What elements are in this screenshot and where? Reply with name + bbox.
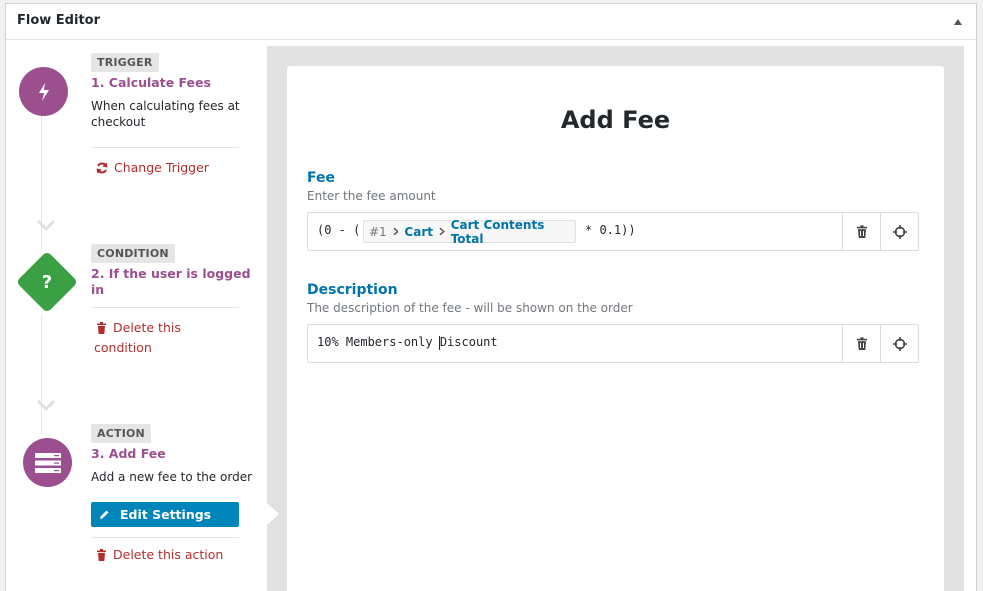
divider [91,307,239,308]
clear-fee-button[interactable] [842,213,880,250]
delete-condition-label-line1: Delete this [113,320,181,335]
description-value: 10% Members-only Discount [317,335,498,349]
fee-value-prefix: (0 - ( [317,223,361,237]
token-part-cart: Cart [404,224,433,239]
trash-icon [97,322,106,334]
trash-icon [856,337,867,350]
panel-header: Flow Editor [6,4,976,40]
fee-label: Fee [307,170,335,186]
change-trigger-link[interactable]: Change Trigger [96,158,209,178]
chevron-down-icon [36,219,56,231]
fee-variable-picker-button[interactable] [880,213,918,250]
trash-icon [856,225,867,238]
crosshair-icon [892,224,907,239]
lightning-icon [38,82,49,101]
description-variable-picker-button[interactable] [880,325,918,362]
token-number: #1 [369,224,387,239]
chevron-right-icon [439,227,445,236]
condition-title-line2: in [91,282,105,297]
clear-description-button[interactable] [842,325,880,362]
token-part-total: Cart Contents Total [450,217,545,246]
trigger-title: 1. Calculate Fees [91,75,211,90]
pencil-icon [100,510,109,519]
description-help: The description of the fee - will be sho… [307,301,633,315]
trigger-description-line2: checkout [91,115,146,129]
change-trigger-label: Change Trigger [114,160,209,175]
trash-icon [97,549,106,561]
panel-title: Flow Editor [17,13,101,28]
question-icon: ? [41,271,53,293]
divider [91,147,239,148]
merge-tag-token[interactable]: #1 Cart Cart Contents Total [363,217,576,246]
edit-settings-label: Edit Settings [120,507,212,522]
crosshair-icon [892,336,907,351]
trigger-description-line1: When calculating fees at [91,99,240,113]
divider [91,537,239,538]
fee-field[interactable]: (0 - ( #1 Cart Cart Contents Total * 0.1… [307,212,919,251]
delete-action-label: Delete this action [113,547,224,562]
card-title: Add Fee [560,106,671,134]
delete-action-link[interactable]: Delete this action [96,545,223,565]
trigger-tag: TRIGGER [91,53,159,72]
chevron-down-icon [36,399,56,411]
condition-title-line1: 2. If the user is logged [91,266,251,281]
fee-help: Enter the fee amount [307,189,436,203]
list-icon [34,452,61,473]
collapse-toggle-icon[interactable] [954,19,962,25]
flow-connector [41,315,42,435]
refresh-icon [96,162,108,174]
description-label: Description [307,282,398,298]
trigger-icon [19,67,68,116]
action-tag: ACTION [91,424,151,443]
description-field[interactable]: 10% Members-only Discount [307,324,919,363]
settings-card: Add Fee Fee Enter the fee amount (0 - ( … [287,66,944,591]
text-cursor [439,336,440,350]
edit-settings-button[interactable]: Edit Settings [91,502,239,527]
delete-condition-link[interactable]: Delete this [96,318,181,338]
chevron-right-icon [393,227,399,236]
condition-tag: CONDITION [91,244,175,263]
action-title: 3. Add Fee [91,446,166,461]
action-icon [23,438,72,487]
fee-value-suffix: * 0.1)) [585,223,636,237]
active-step-pointer [267,503,279,525]
action-description: Add a new fee to the order [91,470,253,484]
delete-condition-label-line2[interactable]: condition [94,338,152,358]
